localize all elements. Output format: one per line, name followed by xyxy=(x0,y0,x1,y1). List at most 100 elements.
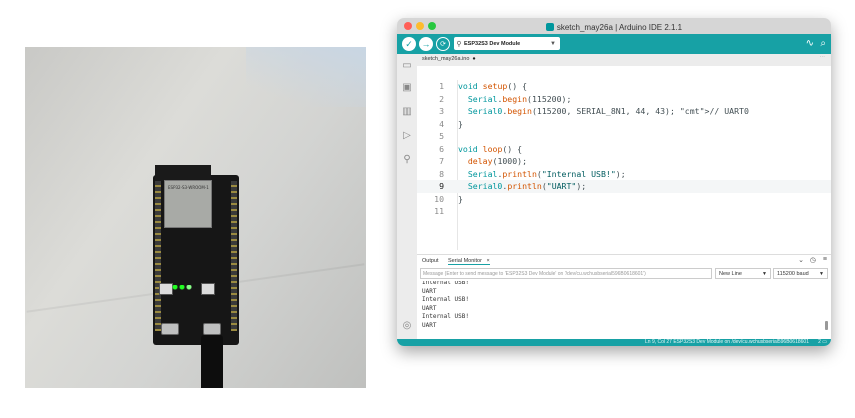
verify-button[interactable]: ✓ xyxy=(402,37,416,51)
window-title: sketch_may26a | Arduino IDE 2.1.1 xyxy=(556,22,683,32)
line-ending-value: New Line xyxy=(719,271,742,277)
code-line[interactable]: 9 Serial0.println("UART"); xyxy=(417,180,831,193)
arduino-ide-window: sketch_may26a | Arduino IDE 2.1.1 ✓ → ⟳ … xyxy=(397,18,831,346)
editor-tabs: sketch_may26a.ino ● ⋯ xyxy=(417,54,831,66)
file-tab-label: sketch_may26a.ino xyxy=(422,56,470,62)
module-label: ESP32-S3-WROOM-1 xyxy=(168,185,209,190)
title-bar: sketch_may26a | Arduino IDE 2.1.1 xyxy=(397,18,831,34)
status-bar: Ln 9, Col 27 ESP32S3 Dev Module on /dev/… xyxy=(397,339,831,346)
notifications-icon[interactable]: 2 ▭ xyxy=(818,339,827,346)
baud-rate-select[interactable]: 115200 baud ▼ xyxy=(773,268,828,279)
profile-icon[interactable]: ◎ xyxy=(401,320,413,332)
code-line[interactable]: 2 Serial.begin(115200); xyxy=(417,93,831,106)
checkmark-icon: ✓ xyxy=(405,38,413,49)
code-text: Serial0.begin(115200, SERIAL_8N1, 44, 43… xyxy=(467,106,749,116)
minimize-window-button[interactable] xyxy=(416,22,424,30)
code-line[interactable]: 8 Serial.println("Internal USB!"); xyxy=(417,168,831,181)
window-controls xyxy=(404,22,436,30)
line-number: 10 xyxy=(434,193,444,204)
serial-input-row: Message (Enter to send message to 'ESP32… xyxy=(417,267,831,280)
tab-output[interactable]: Output xyxy=(422,258,439,264)
board-photo: ESP32-S3-WROOM-1 xyxy=(25,47,366,388)
output-line: UART xyxy=(422,304,437,312)
serial-output[interactable]: Internal USB! UART Internal USB! UART Intern… xyxy=(417,281,831,339)
code-text: void setup() { xyxy=(458,81,528,91)
line-number: 1 xyxy=(439,81,444,91)
usb-icon: ⚲ xyxy=(456,40,462,48)
close-window-button[interactable] xyxy=(404,22,412,30)
output-line: Internal USB! xyxy=(422,281,469,286)
chevron-down-icon: ▼ xyxy=(762,271,767,277)
code-text: void loop() { xyxy=(458,143,523,154)
board-button-boot xyxy=(159,283,173,295)
usb-cable xyxy=(201,335,223,388)
output-line: UART xyxy=(422,287,437,295)
serial-message-input[interactable]: Message (Enter to send message to 'ESP32… xyxy=(420,268,712,279)
debug-icon: ⟳ xyxy=(440,40,446,48)
code-line[interactable]: 7 delay(1000); xyxy=(417,155,831,168)
status-text: Ln 9, Col 27 ESP32S3 Dev Module on /dev/… xyxy=(645,339,809,345)
board-button-reset xyxy=(201,283,215,295)
code-line[interactable]: 6 void loop() { xyxy=(417,143,831,156)
usb-port xyxy=(161,323,179,335)
output-line: Internal USB! xyxy=(422,296,469,304)
code-text: } xyxy=(458,193,463,204)
chevron-down-icon[interactable]: ⌄ xyxy=(798,256,804,264)
upload-button[interactable]: → xyxy=(419,37,433,51)
folder-icon[interactable]: ▭ xyxy=(401,60,413,72)
output-line: UART xyxy=(422,322,437,329)
timestamp-icon[interactable]: ◷ xyxy=(810,256,816,264)
search-icon[interactable]: ⚲ xyxy=(401,154,413,166)
esp32-module: ESP32-S3-WROOM-1 xyxy=(164,180,212,228)
usb-port xyxy=(203,323,221,335)
more-icon[interactable]: ⋯ xyxy=(820,55,826,61)
board-pins-left xyxy=(155,181,161,331)
board-antenna xyxy=(155,165,211,181)
window-title-group: sketch_may26a | Arduino IDE 2.1.1 xyxy=(545,21,683,32)
unsaved-dot-icon: ● xyxy=(472,56,476,62)
code-text: Serial.begin(115200); xyxy=(467,93,572,104)
board-manager-icon[interactable]: ▣ xyxy=(401,82,413,94)
toolbar: ✓ → ⟳ ⚲ ESP32S3 Dev Module ▼ ∿ ⌕ xyxy=(397,34,831,54)
chevron-down-icon: ▼ xyxy=(550,40,556,47)
line-number: 11 xyxy=(434,206,444,216)
line-number: 8 xyxy=(439,168,444,179)
code-line[interactable]: 3 Serial0.begin(115200, SERIAL_8N1, 44, … xyxy=(417,105,831,118)
line-number: 2 xyxy=(439,93,444,104)
code-text: Serial.println("Internal USB!"); xyxy=(467,168,626,179)
line-number: 6 xyxy=(439,143,444,154)
zoom-window-button[interactable] xyxy=(428,22,436,30)
code-line[interactable]: 5 xyxy=(417,130,831,143)
close-icon[interactable]: × xyxy=(486,258,489,264)
library-manager-icon[interactable]: ▥ xyxy=(401,106,413,118)
code-line[interactable]: 11 xyxy=(417,205,831,218)
board-selector[interactable]: ⚲ ESP32S3 Dev Module ▼ xyxy=(454,37,560,50)
photo-background xyxy=(246,47,366,107)
debug-button[interactable]: ⟳ xyxy=(436,37,450,51)
line-number: 9 xyxy=(439,181,444,191)
scrollbar[interactable] xyxy=(825,321,828,330)
line-number: 4 xyxy=(439,118,444,129)
code-line[interactable]: 4} xyxy=(417,118,831,131)
arrow-right-icon: → xyxy=(421,38,431,49)
serial-plotter-icon[interactable]: ∿ xyxy=(806,38,814,49)
line-ending-select[interactable]: New Line ▼ xyxy=(715,268,771,279)
tab-serial-monitor[interactable]: Serial Monitor × xyxy=(448,258,490,265)
baud-rate-value: 115200 baud xyxy=(777,271,809,277)
code-editor[interactable]: 1 void setup() { 2 Serial.begin(115200); 3 … xyxy=(417,66,831,252)
notification-count: 2 xyxy=(818,339,821,345)
file-tab[interactable]: sketch_may26a.ino ● xyxy=(422,56,476,62)
code-line[interactable]: 10} xyxy=(417,193,831,206)
serial-monitor-icon[interactable]: ⌕ xyxy=(820,38,826,49)
code-line[interactable]: 1 void setup() { xyxy=(417,80,831,93)
left-sidebar: ▭ ▣ ▥ ▷ ⚲ ◎ xyxy=(397,54,417,339)
line-number: 5 xyxy=(439,131,444,141)
arduino-app-icon xyxy=(545,23,554,31)
board-selector-label: ESP32S3 Dev Module xyxy=(464,40,521,47)
chevron-down-icon: ▼ xyxy=(819,271,824,277)
debug-icon[interactable]: ▷ xyxy=(401,130,413,142)
clear-output-icon[interactable]: ≡ xyxy=(823,256,827,263)
board-leds xyxy=(172,285,196,290)
board-pins-right xyxy=(231,181,237,331)
output-line: Internal USB! xyxy=(422,313,469,321)
